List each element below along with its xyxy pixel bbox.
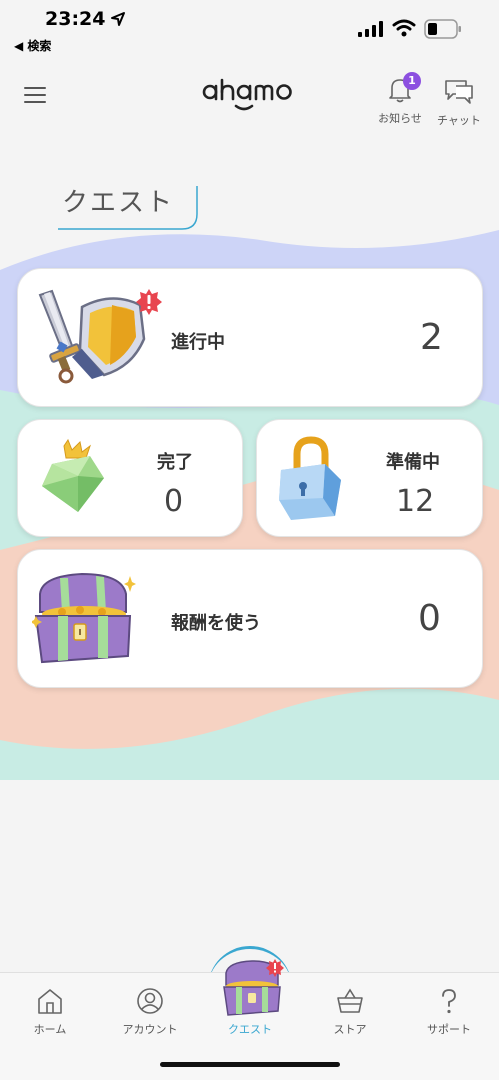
padlock-icon bbox=[279, 436, 341, 520]
app-header: 1 お知らせ チャット bbox=[0, 56, 499, 136]
treasure-chest-icon bbox=[223, 959, 284, 1016]
in-progress-count: 2 bbox=[420, 317, 443, 358]
in-progress-label: 進行中 bbox=[171, 332, 225, 353]
status-bar: 23:24 ◀ 検索 bbox=[0, 0, 499, 56]
preparing-count: 12 bbox=[396, 484, 435, 519]
sword-shield-icon bbox=[38, 289, 162, 384]
signal-icon bbox=[358, 21, 383, 37]
account-icon bbox=[137, 988, 163, 1014]
title-underline bbox=[58, 186, 198, 230]
question-icon bbox=[442, 989, 456, 1014]
tab-store-label: ストア bbox=[333, 1023, 367, 1036]
chat-bubbles-icon bbox=[445, 80, 473, 104]
notification-badge: 1 bbox=[403, 72, 421, 90]
quest-in-progress-card[interactable]: 進行中 2 bbox=[17, 268, 483, 407]
rewards-count: 0 bbox=[418, 598, 441, 639]
status-time: 23:24 bbox=[45, 8, 106, 30]
home-icon bbox=[38, 989, 62, 1014]
tab-account-label: アカウント bbox=[122, 1023, 178, 1036]
completed-count: 0 bbox=[164, 484, 184, 519]
notifications-button[interactable]: 1 お知らせ bbox=[373, 72, 427, 126]
back-to-search-link[interactable]: ◀ 検索 bbox=[14, 37, 51, 54]
completed-label: 完了 bbox=[157, 452, 193, 473]
battery-icon bbox=[424, 19, 461, 39]
gem-crown-icon bbox=[42, 438, 104, 512]
tab-home-label: ホーム bbox=[33, 1023, 67, 1036]
ahamo-logo bbox=[202, 78, 292, 111]
wifi-icon bbox=[392, 19, 416, 37]
tab-quest[interactable]: クエスト bbox=[200, 959, 300, 1043]
chat-button[interactable]: チャット bbox=[433, 74, 485, 128]
page-title-block: クエスト bbox=[58, 180, 200, 232]
tab-store[interactable]: ストア bbox=[300, 973, 400, 1043]
tab-support[interactable]: サポート bbox=[399, 973, 499, 1043]
tab-quest-label: クエスト bbox=[228, 1023, 272, 1036]
quest-completed-card[interactable]: 完了 0 bbox=[17, 419, 243, 537]
tab-home[interactable]: ホーム bbox=[0, 973, 100, 1043]
use-rewards-label: 報酬を使う bbox=[171, 613, 261, 634]
chat-label: チャット bbox=[437, 114, 481, 127]
quest-preparing-card[interactable]: 準備中 12 bbox=[256, 419, 483, 537]
location-arrow-icon bbox=[111, 12, 125, 26]
home-indicator bbox=[160, 1062, 340, 1067]
tab-support-label: サポート bbox=[427, 1023, 471, 1036]
hamburger-menu-icon[interactable] bbox=[24, 87, 46, 105]
tab-account[interactable]: アカウント bbox=[100, 973, 200, 1043]
basket-icon bbox=[337, 988, 363, 1013]
use-rewards-card[interactable]: 報酬を使う 0 bbox=[17, 549, 483, 688]
notifications-label: お知らせ bbox=[378, 112, 422, 125]
treasure-chest-icon bbox=[32, 572, 136, 664]
preparing-label: 準備中 bbox=[386, 452, 440, 473]
